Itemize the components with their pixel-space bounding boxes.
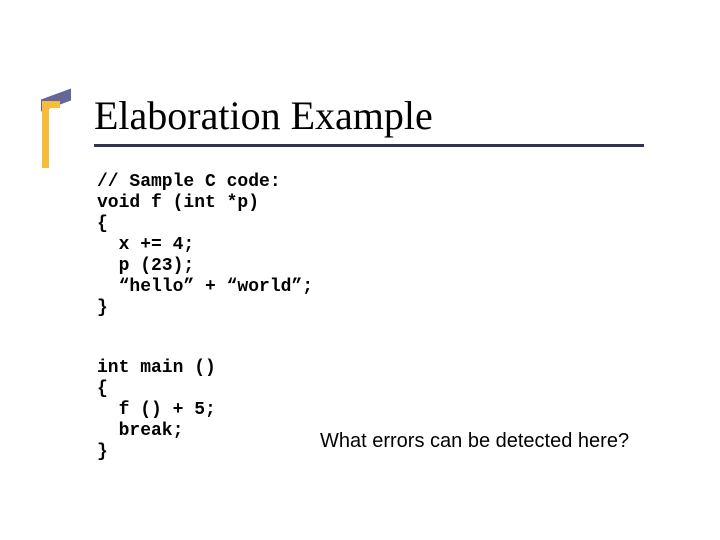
title-underline xyxy=(94,144,644,147)
code-block-1: // Sample C code: void f (int *p) { x +=… xyxy=(97,172,313,319)
slide: Elaboration Example // Sample C code: vo… xyxy=(0,0,720,540)
question-text: What errors can be detected here? xyxy=(320,430,629,453)
title-wrap: Elaboration Example xyxy=(94,94,433,138)
slide-title: Elaboration Example xyxy=(94,94,433,138)
code-block-2: int main () { f () + 5; break; } xyxy=(97,358,216,463)
title-accent-left xyxy=(42,108,49,168)
title-accent-top xyxy=(42,101,60,108)
